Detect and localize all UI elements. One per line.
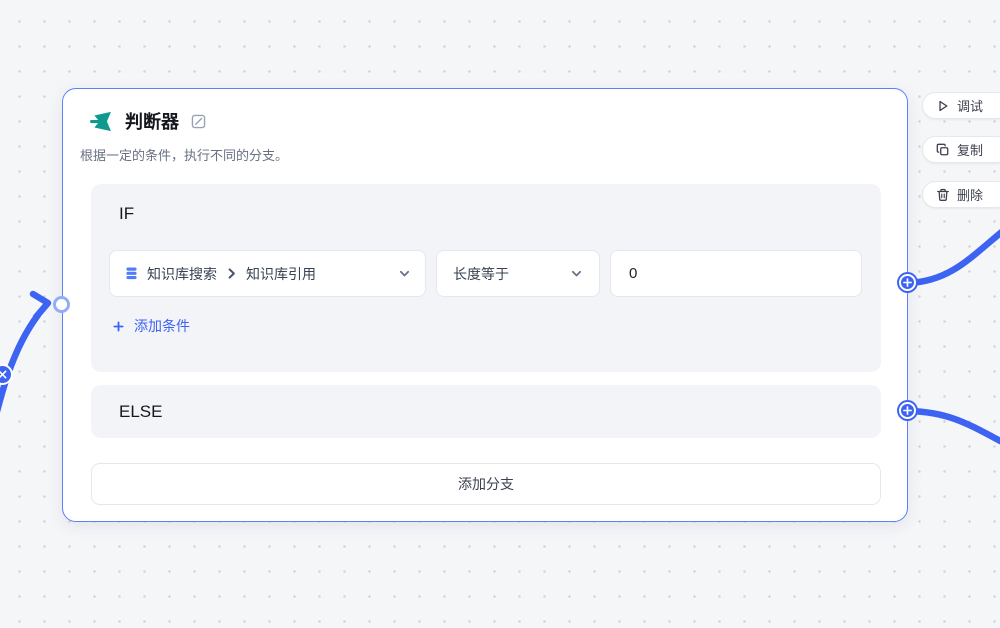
incoming-edge <box>0 315 38 455</box>
condition-row: 知识库搜索 知识库引用 长度等于 <box>109 250 862 297</box>
variable-field-label: 知识库引用 <box>246 264 316 284</box>
else-section: ELSE <box>91 385 881 438</box>
variable-selector[interactable]: 知识库搜索 知识库引用 <box>109 250 426 297</box>
play-icon <box>936 99 950 113</box>
delete-button[interactable]: 删除 <box>922 181 1000 208</box>
delete-label: 删除 <box>957 185 983 204</box>
copy-icon <box>936 143 950 157</box>
close-icon <box>0 370 7 379</box>
chevron-right-icon <box>225 267 238 280</box>
add-branch-button[interactable]: 添加分支 <box>91 463 881 505</box>
chevron-down-icon <box>570 267 583 280</box>
node-description: 根据一定的条件，执行不同的分支。 <box>80 145 288 164</box>
else-output-edge <box>909 411 1000 443</box>
copy-button[interactable]: 复制 <box>922 136 1000 163</box>
if-section: IF 知识库搜索 <box>91 184 881 372</box>
plus-icon <box>903 406 912 415</box>
add-condition-label: 添加条件 <box>134 316 190 336</box>
operator-label: 长度等于 <box>453 264 509 284</box>
copy-label: 复制 <box>957 140 983 159</box>
edit-title-button[interactable] <box>190 113 207 130</box>
branch-split-icon <box>89 109 114 134</box>
if-output-edge <box>909 230 1000 283</box>
debug-button[interactable]: 调试 <box>922 92 1000 119</box>
plus-icon <box>903 278 912 287</box>
edit-pencil-icon <box>190 113 207 130</box>
plus-icon <box>113 321 124 332</box>
if-label: IF <box>119 204 134 224</box>
node-title: 判断器 <box>125 113 179 131</box>
else-label: ELSE <box>119 402 162 422</box>
node-header: 判断器 <box>89 109 207 134</box>
condition-node[interactable]: 判断器 根据一定的条件，执行不同的分支。 IF <box>62 88 908 522</box>
add-branch-label: 添加分支 <box>458 474 514 494</box>
else-output-port[interactable] <box>899 402 916 419</box>
chevron-down-icon <box>398 267 411 280</box>
variable-node-label: 知识库搜索 <box>147 264 217 284</box>
trash-icon <box>936 188 950 202</box>
condition-value-input[interactable] <box>610 250 862 297</box>
operator-selector[interactable]: 长度等于 <box>436 250 600 297</box>
debug-label: 调试 <box>957 96 983 115</box>
workflow-canvas[interactable]: 判断器 根据一定的条件，执行不同的分支。 IF <box>0 0 1000 628</box>
input-port[interactable] <box>53 296 70 313</box>
if-output-port[interactable] <box>899 274 916 291</box>
add-condition-button[interactable]: 添加条件 <box>113 314 190 338</box>
edge-arrowhead-icon <box>33 294 48 317</box>
database-icon <box>124 266 139 281</box>
